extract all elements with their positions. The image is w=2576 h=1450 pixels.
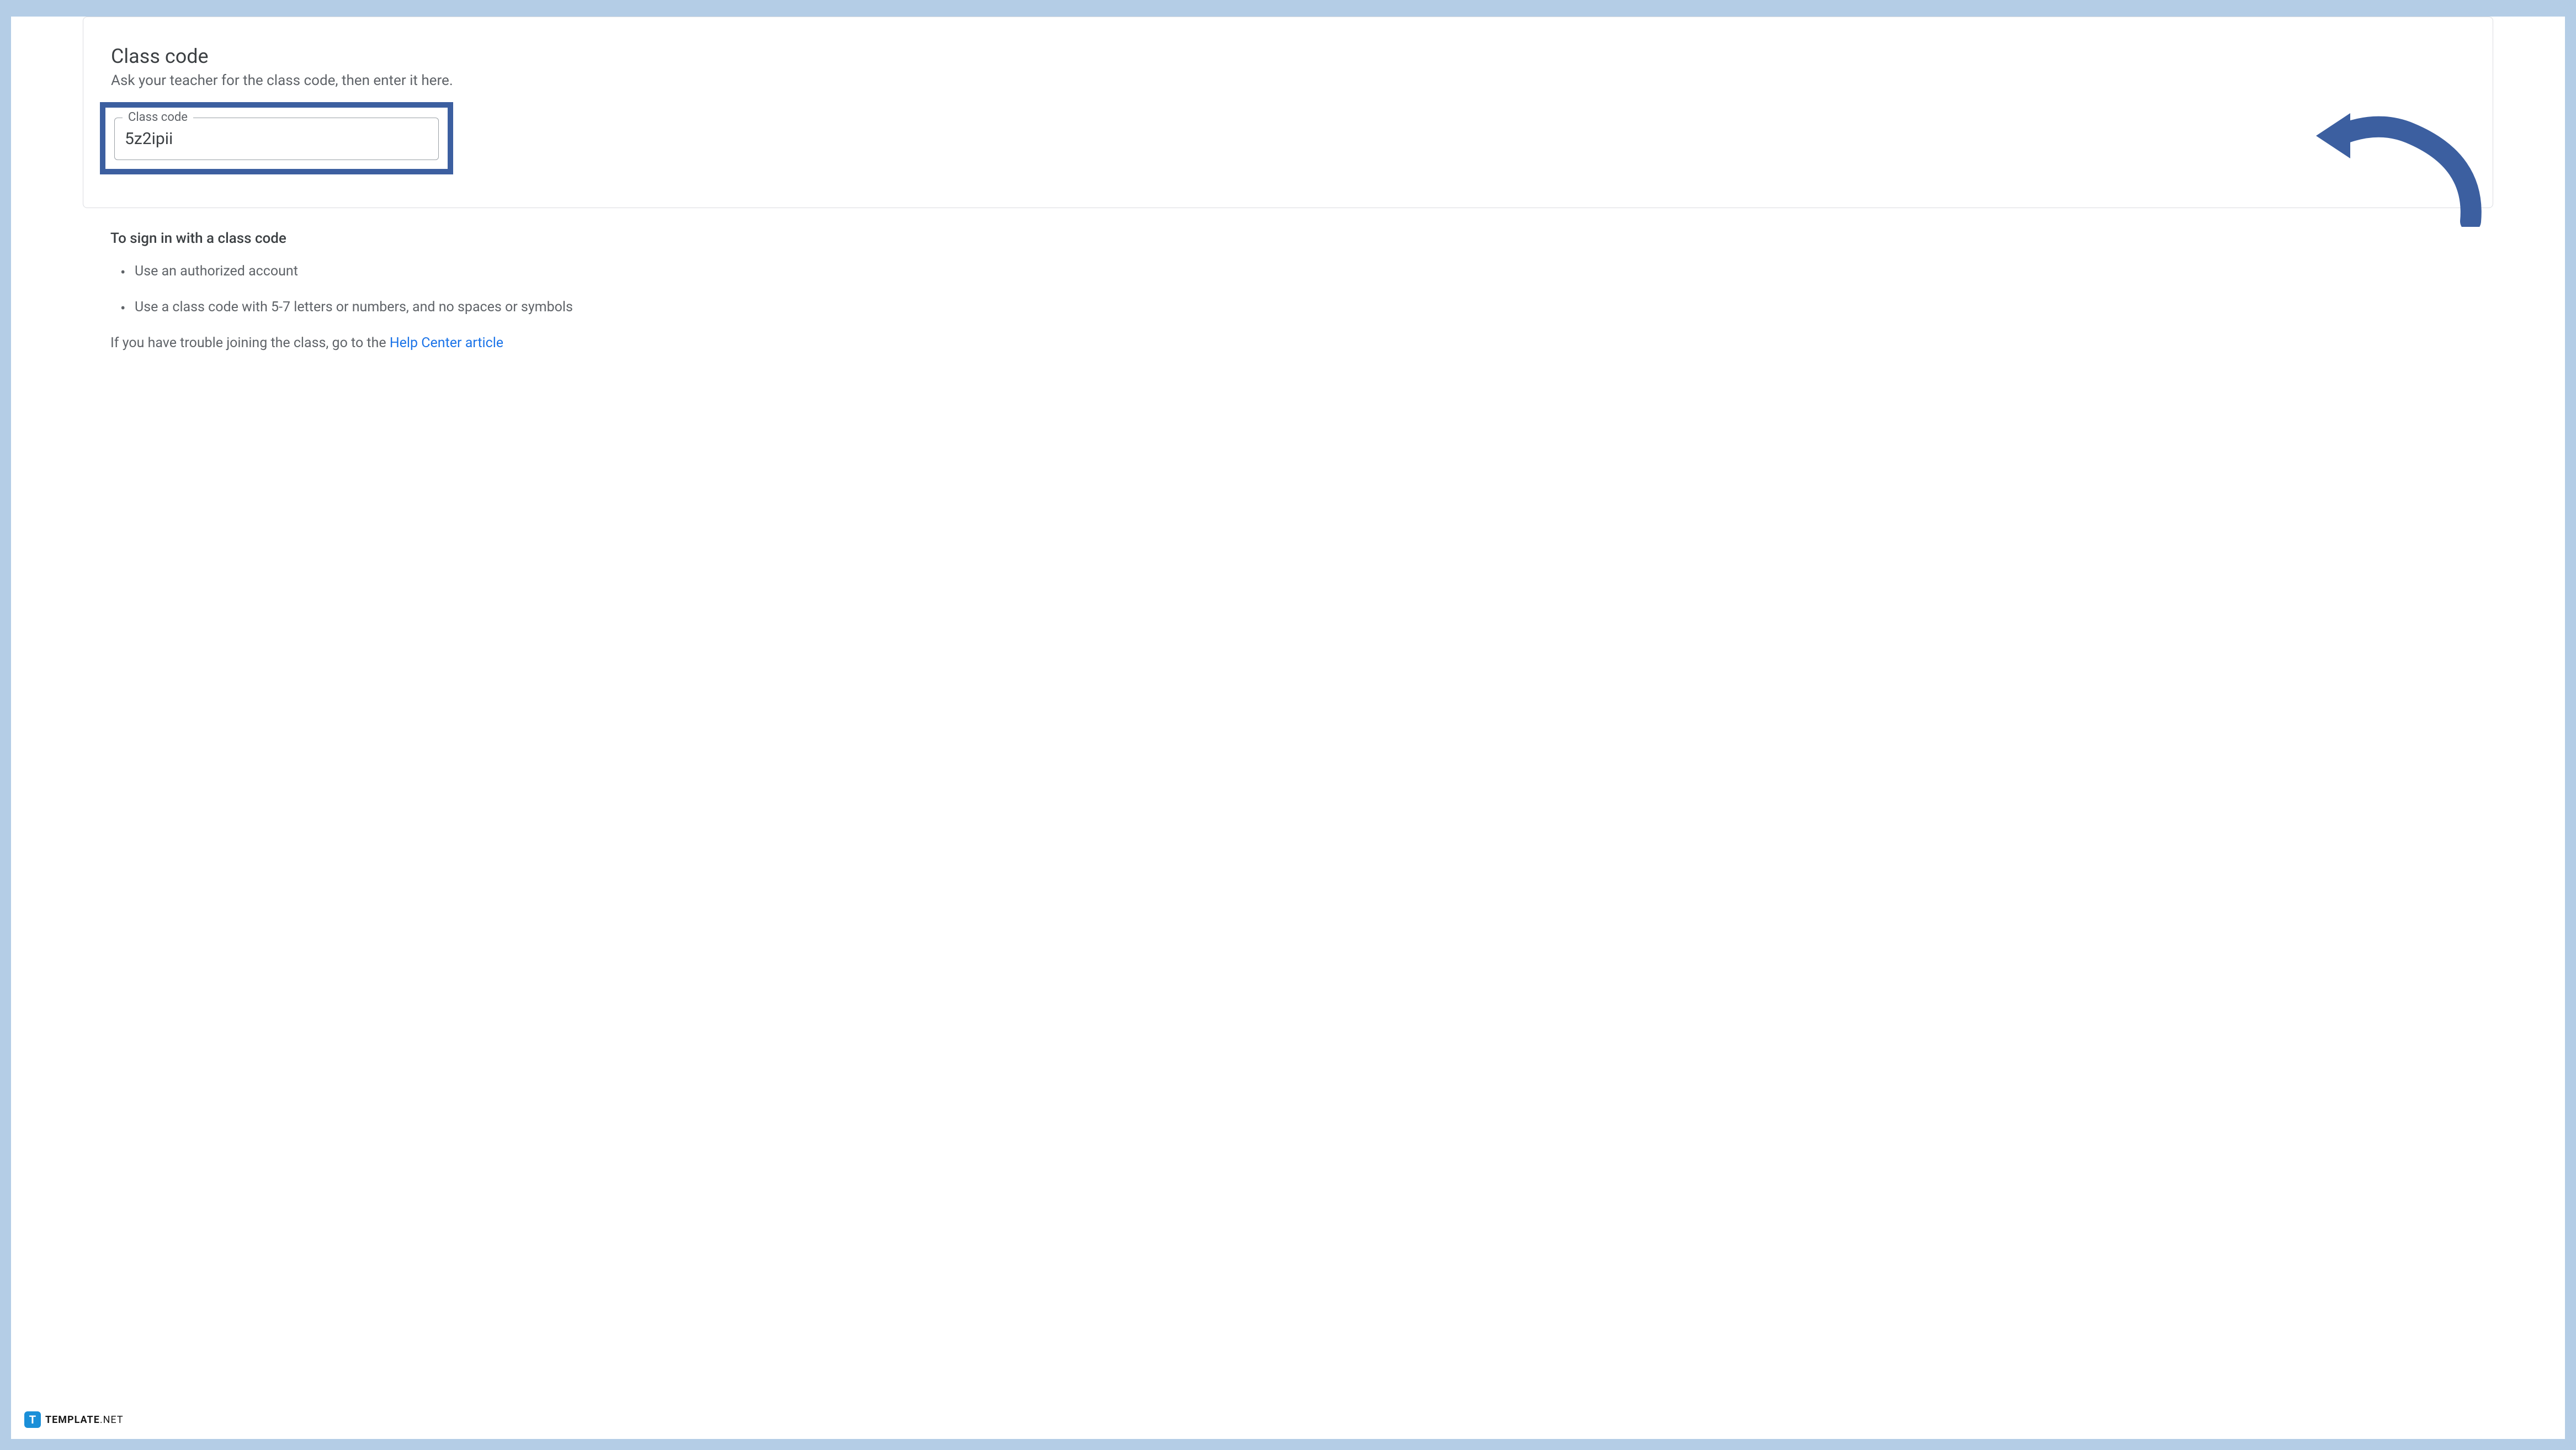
class-code-fieldset: Class code — [114, 118, 439, 160]
highlight-annotation: Class code — [100, 102, 453, 174]
instructions-list: Use an authorized account Use a class co… — [110, 263, 2466, 315]
help-center-link[interactable]: Help Center article — [390, 335, 503, 351]
instructions-title: To sign in with a class code — [110, 230, 2466, 247]
card-subtitle: Ask your teacher for the class code, the… — [111, 72, 2465, 89]
footer-logo: T TEMPLATE.NET — [24, 1411, 124, 1428]
list-item: Use an authorized account — [123, 263, 2466, 279]
instructions-section: To sign in with a class code Use an auth… — [110, 230, 2466, 351]
pointer-arrow-icon — [2311, 105, 2482, 227]
list-item: Use a class code with 5-7 letters or num… — [123, 299, 2466, 315]
logo-badge-icon: T — [24, 1411, 41, 1428]
logo-text: TEMPLATE.NET — [45, 1414, 124, 1426]
class-code-card: Class code Ask your teacher for the clas… — [83, 17, 2493, 208]
main-container: Class code Ask your teacher for the clas… — [11, 17, 2565, 1439]
card-title: Class code — [111, 45, 2465, 68]
class-code-input[interactable] — [125, 129, 428, 148]
help-text: If you have trouble joining the class, g… — [110, 335, 2466, 351]
field-label: Class code — [123, 110, 193, 124]
help-prefix: If you have trouble joining the class, g… — [110, 335, 390, 351]
